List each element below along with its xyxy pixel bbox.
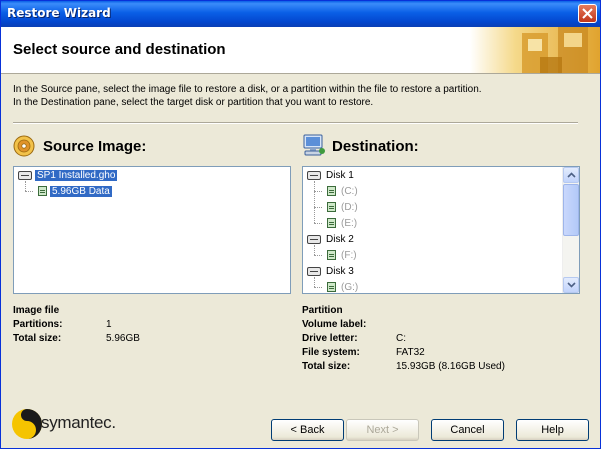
dest-total-size-value: 15.93GB (8.16GB Used)	[396, 361, 505, 372]
window-title: Restore Wizard	[7, 6, 111, 20]
help-button[interactable]: Help	[516, 419, 589, 441]
symantec-logo-icon	[12, 409, 42, 439]
drive-letter-label: Drive letter:	[302, 333, 358, 344]
disk-icon	[307, 170, 321, 180]
file-system-value: FAT32	[396, 347, 425, 358]
chevron-down-icon	[567, 282, 576, 288]
source-image-heading: Source Image:	[43, 138, 147, 155]
scroll-up-button[interactable]	[563, 167, 579, 183]
next-button[interactable]: Next >	[346, 419, 419, 441]
partition-section-label: Partition	[302, 305, 343, 316]
partition-icon	[327, 218, 336, 229]
tree-connector	[314, 287, 322, 288]
tree-connector	[314, 207, 322, 208]
wizard-header: Select source and destination	[1, 27, 600, 74]
separator	[13, 122, 578, 124]
tree-connector	[314, 181, 315, 223]
partition-icon	[327, 186, 336, 197]
disk-1-node[interactable]: Disk 1	[307, 168, 356, 183]
back-button[interactable]: < Back	[271, 419, 344, 441]
image-file-icon	[18, 170, 32, 180]
tree-connector	[314, 191, 322, 192]
image-file-section-label: Image file	[13, 305, 60, 316]
dest-total-size-label: Total size:	[302, 361, 351, 372]
scroll-down-button[interactable]	[563, 277, 579, 293]
title-bar[interactable]: Restore Wizard	[1, 1, 600, 27]
partition-icon	[327, 250, 336, 261]
partition-icon	[327, 282, 336, 293]
close-icon	[582, 8, 593, 19]
partition-f-node[interactable]: (F:)	[327, 248, 359, 263]
restore-wizard-window: Restore Wizard Select source and destina…	[0, 0, 601, 449]
partition-c-node[interactable]: (C:)	[327, 184, 360, 199]
tree-connector	[314, 255, 322, 256]
total-size-value: 5.96GB	[106, 333, 140, 344]
partition-icon	[38, 186, 47, 197]
tree-connector	[25, 191, 33, 192]
destination-scrollbar[interactable]	[562, 167, 579, 293]
partition-g-node[interactable]: (G:)	[327, 280, 360, 293]
disk-2-node[interactable]: Disk 2	[307, 232, 356, 247]
volume-label-label: Volume label:	[302, 319, 367, 330]
drive-letter-value: C:	[396, 333, 406, 344]
source-image-tree[interactable]: SP1 Installed.gho 5.96GB Data	[13, 166, 291, 294]
scroll-thumb[interactable]	[563, 184, 579, 236]
tree-connector	[314, 223, 322, 224]
destination-partition-info: Partition Volume label: Drive letter: C:…	[302, 305, 592, 381]
close-button[interactable]	[578, 4, 597, 23]
disk-icon	[307, 234, 321, 244]
destination-heading: Destination:	[332, 138, 419, 155]
disk-icon	[307, 266, 321, 276]
disk-3-node[interactable]: Disk 3	[307, 264, 356, 279]
destination-tree[interactable]: Disk 1 (C:) (D:) (E:) Disk 2 (F:) Disk 3…	[302, 166, 580, 294]
partition-d-node[interactable]: (D:)	[327, 200, 360, 215]
source-partition-node[interactable]: 5.96GB Data	[38, 184, 112, 199]
instructions: In the Source pane, select the image fil…	[13, 83, 482, 109]
partition-e-node[interactable]: (E:)	[327, 216, 359, 231]
header-banner-image	[470, 27, 600, 73]
file-system-label: File system:	[302, 347, 360, 358]
total-size-label: Total size:	[13, 333, 62, 344]
chevron-up-icon	[567, 172, 576, 178]
source-image-disc-icon	[13, 135, 35, 157]
page-title: Select source and destination	[13, 41, 226, 58]
symantec-brand: symantec.	[41, 413, 116, 432]
partition-icon	[327, 202, 336, 213]
instruction-line-1: In the Source pane, select the image fil…	[13, 84, 482, 95]
partitions-value: 1	[106, 319, 112, 330]
source-image-file-node[interactable]: SP1 Installed.gho	[18, 168, 118, 183]
partitions-label: Partitions:	[13, 319, 63, 330]
instruction-line-2: In the Destination pane, select the targ…	[13, 97, 374, 108]
cancel-button[interactable]: Cancel	[431, 419, 504, 441]
destination-computer-icon	[303, 134, 325, 156]
source-image-info: Image file Partitions: 1 Total size: 5.9…	[13, 305, 293, 355]
